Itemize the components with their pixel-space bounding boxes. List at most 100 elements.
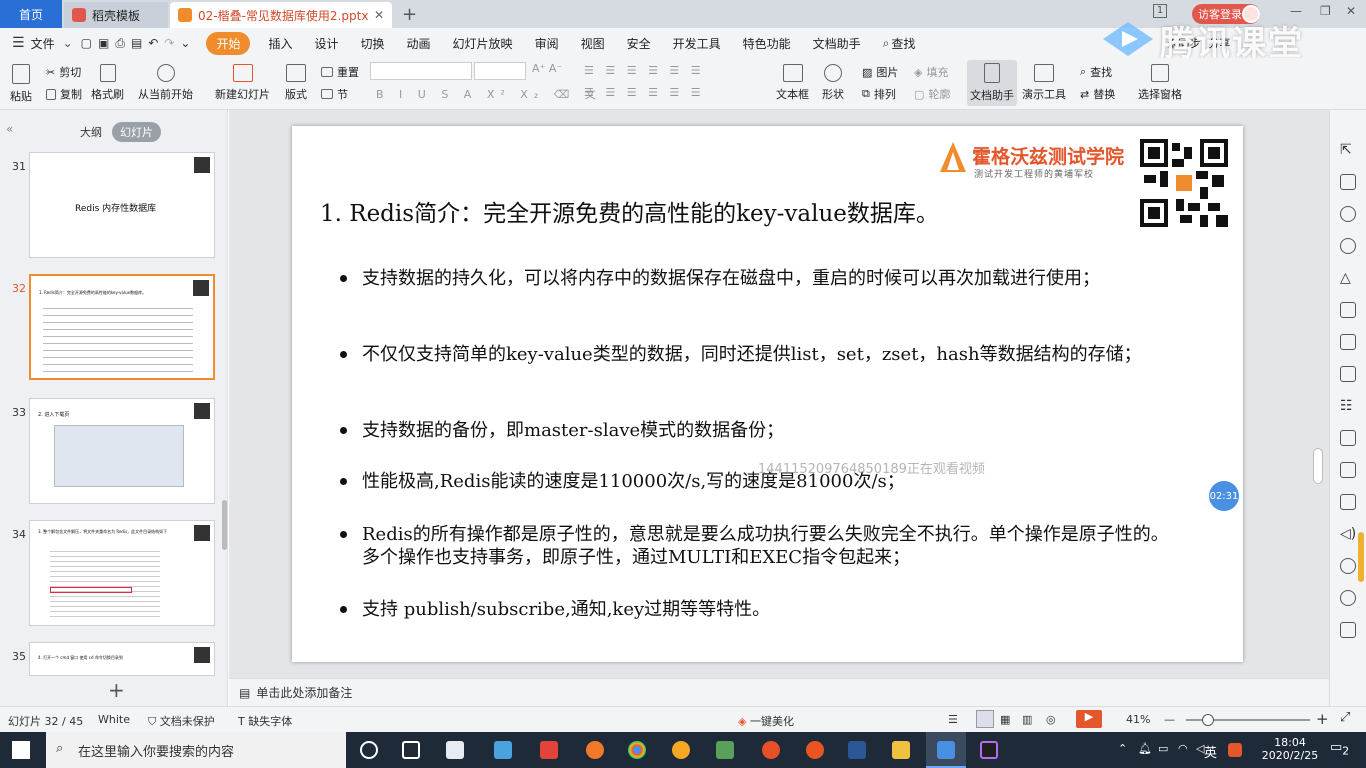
wps-task-active[interactable] [926,732,966,768]
chart-tool-icon[interactable] [1340,366,1356,382]
playback-timer[interactable]: 02:31 [1209,481,1239,511]
menu-item-review[interactable]: 审阅 [535,35,559,52]
chevron-down-icon[interactable]: ⌄ [63,36,73,50]
presentation-tools-button[interactable]: 演示工具 [1022,64,1066,102]
windows-start-icon[interactable] [12,741,30,759]
zoom-in-icon[interactable]: + [1316,710,1329,728]
chrome-icon[interactable] [628,741,646,759]
missing-font-button[interactable]: T 缺失字体 [238,713,292,729]
more-icon[interactable]: ⌄ [180,36,190,50]
tab-slides[interactable]: 幻灯片 [112,122,161,142]
grid-tool-icon[interactable] [1340,334,1356,350]
menu-item-design[interactable]: 设计 [315,35,339,52]
font-size-select[interactable] [474,62,526,80]
cortana-icon[interactable] [360,741,378,759]
slide-thumbnail-33[interactable]: 2. 进入下载页 [29,398,215,504]
slide-thumbnail-31[interactable]: Redis 内存性数据库 [29,152,215,258]
shape-button[interactable]: 形状 [822,64,844,102]
search-icon[interactable]: ⌕ [883,36,890,51]
zoom-out-icon[interactable]: — [1164,713,1175,726]
audio-icon[interactable]: ◁) [1340,526,1356,542]
fill-button[interactable]: ◈ 填充 [914,64,948,80]
new-slide-button[interactable]: 新建幻灯片 [215,64,270,102]
add-slide-icon[interactable]: + [108,678,125,702]
font-style-icons[interactable]: B I U S A X² X₂ ⌫ 文 [376,86,602,102]
print-icon[interactable]: ⎙ [115,36,125,51]
panel-scrollbar[interactable] [222,500,227,550]
sidebar-scrollbar[interactable] [1358,532,1364,582]
menu-item-docassist[interactable]: 文档助手 [813,35,861,52]
bullet-item[interactable]: Redis的所有操作都是原子性的，意思就是要么成功执行要么失败完全不执行。单个操… [340,523,1182,569]
paragraph-icons[interactable]: ☰ ☰ ☰ ☰ ☰ ☰ [584,64,705,77]
share-tool-icon[interactable] [1340,622,1356,638]
shape-tool-icon[interactable] [1340,206,1356,222]
picture-button[interactable]: ▨ 图片 [862,64,898,80]
new-tab-icon[interactable]: + [402,4,417,25]
notification-icon[interactable]: 🔔︎ [1138,742,1152,755]
app-stats-icon[interactable] [540,741,558,759]
undo-icon[interactable]: ↶ [148,36,158,50]
pointer-icon[interactable]: ⇱ [1340,142,1356,158]
doc-assistant-button[interactable]: 文档助手 [967,60,1017,106]
textbox-button[interactable]: 文本框 [776,64,809,102]
replace-button[interactable]: ⇄ 替换 [1080,86,1115,102]
presenter-view-icon[interactable]: ◎ [1046,713,1056,726]
copy-button[interactable]: 复制 [46,86,82,102]
tab-outline[interactable]: 大纲 [80,124,102,140]
preview-icon[interactable]: ▤ [131,36,142,50]
format-painter-button[interactable]: 格式刷 [91,64,124,102]
app-photo-icon[interactable] [716,741,734,759]
font-family-select[interactable] [370,62,472,80]
slide-thumbnail-35[interactable]: 4. 打开一个 cmd 窗口 使用 cd 命令切换目录到 [29,642,215,676]
reset-button[interactable]: 重置 [321,64,359,80]
app-compass-icon[interactable] [586,741,604,759]
close-tab-icon[interactable]: ✕ [374,8,384,22]
ime-indicator[interactable]: 英 [1204,742,1217,761]
notes-pane[interactable]: ▤ 单击此处添加备注 [229,678,1329,706]
normal-view-icon[interactable] [976,710,994,728]
font-size-increase-icon[interactable]: A⁺ A⁻ [532,62,562,75]
action-center-button[interactable]: ▭2 [1330,740,1349,758]
menu-item-transition[interactable]: 切换 [361,35,385,52]
file-explorer-icon[interactable] [892,741,910,759]
battery-icon[interactable]: ▭ [1158,742,1168,755]
bullet-item[interactable]: 不仅仅支持简单的key-value类型的数据，同时还提供list，set，zse… [340,343,1182,366]
collapse-panel-icon[interactable]: « [6,122,13,136]
slide-thumbnail-32[interactable]: 1. Redis简介：完全开源免费的高性能的key-value数据库。 [29,274,215,380]
notes-toggle-icon[interactable]: ☰ [948,713,958,726]
taskbar-search[interactable]: ⌕ 在这里输入你要搜索的内容 [46,732,346,768]
app-flower-icon[interactable] [672,741,690,759]
app-spiral-icon[interactable] [762,741,780,759]
bullet-item[interactable]: 支持数据的备份，即master-slave模式的数据备份； [340,419,1182,442]
tray-expand-icon[interactable]: ⌃ [1118,742,1127,755]
shield-icon[interactable] [1340,558,1356,574]
menu-item-devtools[interactable]: 开发工具 [673,35,721,52]
task-view-icon[interactable] [402,741,420,759]
cut-button[interactable]: ✂ 剪切 [46,64,81,80]
redo-icon[interactable]: ↷ [164,36,174,50]
align-icons[interactable]: ☰ ☰ ☰ ☰ ☰ ☰ [584,86,705,99]
frame-tool-icon[interactable] [1340,462,1356,478]
menu-item-security[interactable]: 安全 [627,35,651,52]
jetbrains-icon[interactable] [980,741,998,759]
app-monitor-icon[interactable] [848,741,866,759]
comment-tool-icon[interactable] [1340,430,1356,446]
restore-icon[interactable]: ❐ [1320,4,1331,18]
app-file-icon[interactable] [494,741,512,759]
arrange-button[interactable]: ⧉ 排列 [862,86,896,102]
menu-item-start[interactable]: 开始 [206,31,251,55]
outline-button[interactable]: ▢ 轮廓 [914,86,950,102]
wps-tray-icon[interactable] [1228,743,1242,757]
paste-button[interactable]: 粘贴 [10,64,32,104]
canvas-scrollbar[interactable] [1313,448,1323,484]
menu-item-animation[interactable]: 动画 [407,35,431,52]
section-button[interactable]: 节 [321,86,348,102]
menu-item-slideshow[interactable]: 幻灯片放映 [453,35,513,52]
beautify-button[interactable]: ◈ 一键美化 [738,713,794,729]
bullet-item[interactable]: 支持 publish/subscribe,通知,key过期等等特性。 [340,598,1182,621]
close-window-icon[interactable]: ✕ [1346,4,1356,18]
select-pane-button[interactable]: 选择窗格 [1138,64,1182,102]
menu-file[interactable]: 文件 [31,35,55,52]
tab-document[interactable]: 02-楷叠-常见数据库使用2.pptx ✕ [170,2,392,28]
hamburger-icon[interactable]: ☰ [12,35,25,51]
